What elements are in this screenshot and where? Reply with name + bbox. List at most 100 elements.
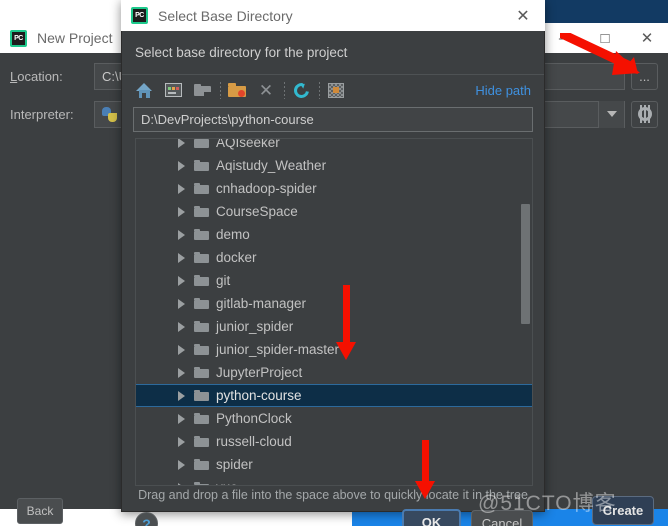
interpreter-dropdown-button[interactable] <box>598 100 624 128</box>
tree-scrollbar-thumb[interactable] <box>521 204 530 324</box>
folder-icon <box>194 343 209 356</box>
expand-arrow-icon[interactable] <box>178 139 185 148</box>
expand-arrow-icon[interactable] <box>178 298 185 309</box>
dialog-toolbar: ✕ Hide path <box>122 75 544 105</box>
hide-path-link[interactable]: Hide path <box>475 83 531 98</box>
expand-arrow-icon[interactable] <box>178 183 185 194</box>
annotation-arrow-tree <box>336 285 356 360</box>
expand-arrow-icon[interactable] <box>178 160 185 171</box>
folder-icon <box>194 366 209 379</box>
expand-arrow-icon[interactable] <box>178 367 185 378</box>
annotation-arrow-browse <box>560 33 640 75</box>
tree-item[interactable]: spider <box>136 453 532 476</box>
path-input[interactable]: D:\DevProjects\python-course <box>133 107 533 132</box>
folder-icon <box>194 139 209 149</box>
tree-item[interactable]: git <box>136 269 532 292</box>
dialog-body: Select base directory for the project ✕ <box>121 31 545 526</box>
tree-item[interactable]: Aqistudy_Weather <box>136 154 532 177</box>
pycharm-icon: PC <box>131 7 148 24</box>
tree-item[interactable]: JupyterProject <box>136 361 532 384</box>
tree-item[interactable]: python-course <box>136 384 532 407</box>
folder-icon[interactable] <box>191 79 213 101</box>
tree-item-label: gitlab-manager <box>216 296 307 311</box>
expand-arrow-icon[interactable] <box>178 390 185 401</box>
expand-arrow-icon[interactable] <box>178 206 185 217</box>
expand-arrow-icon[interactable] <box>178 321 185 332</box>
tree-item-label: spider <box>216 457 253 472</box>
back-button[interactable]: Back <box>17 498 63 524</box>
tree-scrollbar[interactable] <box>521 141 530 485</box>
tree-item[interactable]: CourseSpace <box>136 200 532 223</box>
tree-item[interactable]: cnhadoop-spider <box>136 177 532 200</box>
python-icon <box>102 106 117 122</box>
expand-arrow-icon[interactable] <box>178 413 185 424</box>
delete-icon[interactable]: ✕ <box>255 79 277 101</box>
show-hidden-icon[interactable] <box>325 79 347 101</box>
interpreter-settings-button[interactable] <box>631 100 658 128</box>
tree-item[interactable]: docker <box>136 246 532 269</box>
tree-item[interactable]: gitlab-manager <box>136 292 532 315</box>
tree-item-label: junior_spider <box>216 319 294 334</box>
tree-item-label: JupyterProject <box>216 365 303 380</box>
toolbar-separator <box>220 81 221 99</box>
toolbar-separator <box>284 81 285 99</box>
expand-arrow-icon[interactable] <box>178 275 185 286</box>
dialog-close-button[interactable]: ✕ <box>501 0 545 31</box>
expand-arrow-icon[interactable] <box>178 482 185 485</box>
tree-item[interactable]: demo <box>136 223 532 246</box>
directory-tree-list: AQIseeker Aqistudy_Weather cnhadoop-spider… <box>136 138 532 485</box>
expand-arrow-icon[interactable] <box>178 459 185 470</box>
tree-item-label: docker <box>216 250 257 265</box>
expand-arrow-icon[interactable] <box>178 252 185 263</box>
watermark: @51CTO博客 <box>478 492 617 515</box>
folder-icon <box>194 481 209 485</box>
folder-icon <box>194 159 209 172</box>
expand-arrow-icon[interactable] <box>178 229 185 240</box>
folder-icon <box>194 320 209 333</box>
tree-item[interactable]: russell-cloud <box>136 430 532 453</box>
folder-icon <box>194 412 209 425</box>
folder-icon <box>194 435 209 448</box>
tree-item-label: CourseSpace <box>216 204 298 219</box>
expand-arrow-icon[interactable] <box>178 436 185 447</box>
desktop-icon[interactable] <box>162 79 184 101</box>
tree-item[interactable]: AQIseeker <box>136 138 532 154</box>
help-button[interactable]: ? <box>135 512 158 526</box>
tree-item[interactable]: vue <box>136 476 532 485</box>
select-base-directory-dialog: PC Select Base Directory ✕ Select base d… <box>121 0 545 526</box>
new-folder-icon[interactable] <box>226 79 248 101</box>
annotation-arrow-ok <box>415 440 435 499</box>
folder-icon <box>194 182 209 195</box>
directory-tree[interactable]: AQIseeker Aqistudy_Weather cnhadoop-spider… <box>135 138 533 486</box>
tree-item-label: PythonClock <box>216 411 292 426</box>
tree-item-label: Aqistudy_Weather <box>216 158 327 173</box>
tree-item-label: demo <box>216 227 250 242</box>
folder-icon <box>194 228 209 241</box>
tree-item-label: python-course <box>216 388 302 403</box>
home-icon[interactable] <box>133 79 155 101</box>
tree-item-label: AQIseeker <box>216 138 280 150</box>
folder-icon <box>194 205 209 218</box>
tree-item-label: git <box>216 273 231 288</box>
new-project-title-group: PC New Project <box>0 29 112 47</box>
desktop-wallpaper-top <box>526 0 668 24</box>
expand-arrow-icon[interactable] <box>178 344 185 355</box>
tree-item-label: russell-cloud <box>216 434 292 449</box>
toolbar-separator <box>319 81 320 99</box>
gear-icon <box>637 107 652 121</box>
tree-item-label: vue <box>216 480 238 485</box>
tree-item[interactable]: junior_spider <box>136 315 532 338</box>
pycharm-icon: PC <box>10 29 27 47</box>
refresh-icon[interactable] <box>290 79 312 101</box>
folder-icon <box>194 251 209 264</box>
folder-icon <box>194 389 209 402</box>
tree-item[interactable]: PythonClock <box>136 407 532 430</box>
dialog-prompt: Select base directory for the project <box>135 45 348 60</box>
screen-root: PC New Project – □ ✕ Location: C:\Us ...… <box>0 0 668 526</box>
dialog-title: Select Base Directory <box>158 7 293 24</box>
tree-item[interactable]: junior_spider-master <box>136 338 532 361</box>
ok-button[interactable]: OK <box>402 509 461 526</box>
chevron-down-icon <box>606 111 617 117</box>
folder-icon <box>194 458 209 471</box>
dialog-titlebar: PC Select Base Directory ✕ <box>121 0 545 31</box>
